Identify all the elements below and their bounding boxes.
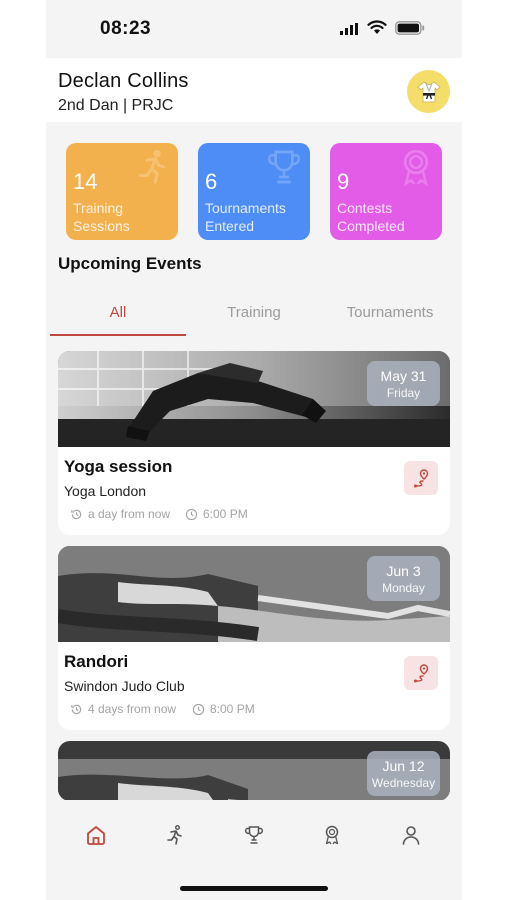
event-time: 6:00 PM <box>185 507 248 521</box>
stat-label: Tournaments Entered <box>205 199 286 235</box>
event-relative-text: 4 days from now <box>88 702 177 716</box>
event-date-badge: May 31 Friday <box>367 361 440 406</box>
event-venue: Swindon Judo Club <box>64 678 185 694</box>
event-weekday: Monday <box>382 581 425 595</box>
cellular-signal-icon <box>340 23 358 35</box>
stat-label-line: Entered <box>205 218 255 234</box>
status-time: 08:23 <box>100 18 152 39</box>
stat-card-contests[interactable]: 9 Contests Completed <box>330 143 442 240</box>
event-time-text: 8:00 PM <box>210 702 255 716</box>
event-date: May 31 <box>380 368 427 384</box>
stat-value: 6 <box>205 169 218 194</box>
tab-tournaments[interactable]: Tournaments <box>322 304 458 321</box>
clock-icon <box>185 508 198 520</box>
medal-icon <box>403 149 429 187</box>
judo-gi-icon <box>416 81 441 102</box>
active-tab-indicator <box>50 334 186 336</box>
section-title-upcoming-events: Upcoming Events <box>58 254 202 273</box>
stat-card-training[interactable]: 14 Training Sessions <box>66 143 178 240</box>
profile-header: Declan Collins 2nd Dan | PRJC <box>46 58 462 122</box>
medal-icon <box>325 825 339 845</box>
event-title: Randori <box>64 652 129 671</box>
history-icon <box>71 704 82 714</box>
event-weekday: Wednesday <box>371 776 436 790</box>
event-weekday: Friday <box>386 386 421 400</box>
stat-value: 14 <box>73 169 98 194</box>
stat-card-tournaments[interactable]: 6 Tournaments Entered <box>198 143 310 240</box>
tab-all[interactable]: All <box>50 304 186 321</box>
event-time-text: 6:00 PM <box>203 507 248 521</box>
trophy-icon <box>267 150 301 184</box>
stat-label-line: Sessions <box>73 218 130 234</box>
event-time: 8:00 PM <box>192 702 255 716</box>
map-route-icon <box>414 664 429 683</box>
user-name: Declan Collins <box>58 70 189 92</box>
clock-icon <box>192 703 205 715</box>
app-screen: 08:23 Declan Collins 2nd Dan | PRJC 14 T… <box>46 0 462 900</box>
running-icon <box>138 150 166 184</box>
home-indicator[interactable] <box>180 886 328 891</box>
profile-icon <box>402 826 420 845</box>
nav-training[interactable] <box>162 822 188 848</box>
status-bar: 08:23 <box>46 0 462 56</box>
event-card[interactable]: Jun 3 Monday Randori Swindon Judo Club 4… <box>58 546 450 730</box>
wifi-icon <box>367 20 387 34</box>
stat-label-line: Contests <box>337 200 393 216</box>
stat-label: Training Sessions <box>73 199 130 235</box>
event-venue: Yoga London <box>64 483 147 499</box>
event-date-badge: Jun 12 Wednesday <box>367 751 440 796</box>
event-card[interactable]: May 31 Friday Yoga session Yoga London a… <box>58 351 450 535</box>
event-filter-tabs: All Training Tournaments <box>50 296 458 338</box>
stat-label-line: Training <box>73 200 124 216</box>
event-date: Jun 12 <box>382 758 425 774</box>
event-date-badge: Jun 3 Monday <box>367 556 440 601</box>
event-title: Yoga session <box>64 457 173 476</box>
history-icon <box>71 509 82 519</box>
avatar[interactable] <box>407 70 450 113</box>
stat-label-line: Tournaments <box>205 200 286 216</box>
bottom-navigation <box>46 800 462 900</box>
event-date: Jun 3 <box>386 563 421 579</box>
running-icon <box>167 825 182 845</box>
nav-profile[interactable] <box>398 822 424 848</box>
stat-value: 9 <box>337 169 350 194</box>
map-route-icon <box>414 469 429 488</box>
event-relative-text: a day from now <box>88 507 171 521</box>
nav-home[interactable] <box>83 822 109 848</box>
nav-achievements[interactable] <box>319 822 345 848</box>
route-map-button[interactable] <box>404 461 438 495</box>
nav-tournaments[interactable] <box>241 822 267 848</box>
event-relative-time: a day from now <box>70 507 170 521</box>
trophy-icon <box>244 826 264 844</box>
event-card[interactable]: Jun 12 Wednesday <box>58 741 450 801</box>
route-map-button[interactable] <box>404 656 438 690</box>
user-rank: 2nd Dan | PRJC <box>58 97 174 114</box>
stat-label-line: Completed <box>337 218 405 234</box>
tab-training[interactable]: Training <box>186 304 322 321</box>
event-relative-time: 4 days from now <box>70 702 176 716</box>
home-icon <box>87 826 105 845</box>
stat-label: Contests Completed <box>337 199 405 235</box>
battery-icon <box>395 21 425 35</box>
